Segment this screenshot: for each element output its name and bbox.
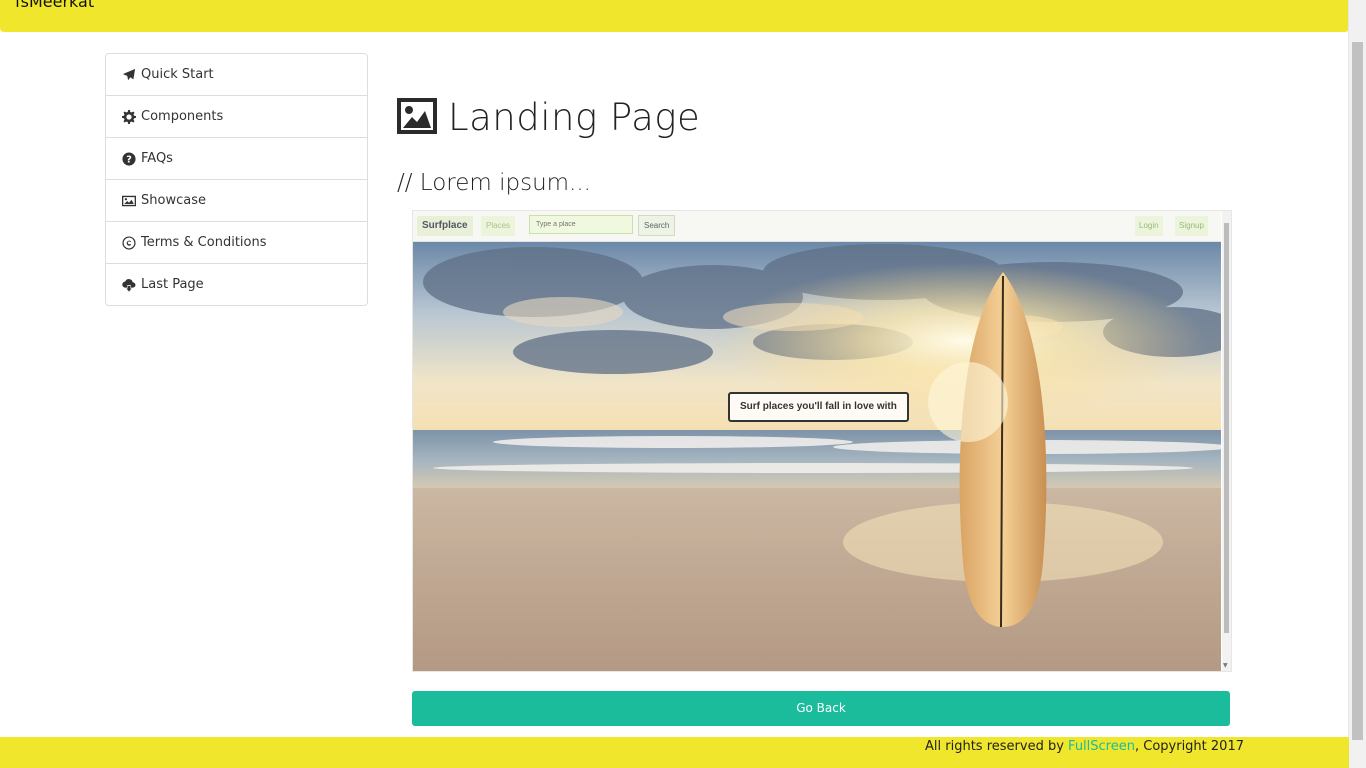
preview-search-button[interactable]: Search: [638, 215, 676, 236]
preview-hero-caption: Surf places you'll fall in love with: [728, 392, 909, 422]
beach-sunset-image: [413, 242, 1221, 671]
brand-logo[interactable]: fsMeerkat: [15, 0, 94, 11]
page-scrollbar[interactable]: [1348, 0, 1366, 768]
footer-copyright: All rights reserved by FullScreen, Copyr…: [925, 739, 1244, 754]
preview-signup-link[interactable]: Signup: [1175, 216, 1208, 236]
preview-brand[interactable]: Surfplace: [417, 216, 473, 236]
sidebar-item-label: FAQs: [141, 151, 173, 166]
landing-page-preview[interactable]: Surfplace Places Search Login Signup: [412, 210, 1232, 672]
footer-prefix: All rights reserved by: [925, 739, 1069, 754]
preview-hero-image: Surf places you'll fall in love with: [413, 242, 1221, 671]
sidebar-item-terms[interactable]: Terms & Conditions: [106, 222, 367, 264]
sidebar-item-label: Showcase: [141, 193, 206, 208]
image-icon: [121, 194, 137, 208]
cloud-download-icon: [121, 278, 137, 292]
top-navbar: fsMeerkat: [0, 0, 1349, 32]
image-icon: [397, 97, 437, 138]
preview-search-input[interactable]: [529, 215, 633, 234]
preview-nav-places[interactable]: Places: [481, 216, 516, 236]
sidebar-item-label: Components: [141, 109, 224, 124]
paper-plane-icon: [121, 68, 137, 82]
sidebar-item-showcase[interactable]: Showcase: [106, 180, 367, 222]
sidebar-item-last-page[interactable]: Last Page: [106, 264, 367, 305]
sidebar-item-faqs[interactable]: ? FAQs: [106, 138, 367, 180]
gear-icon: [121, 109, 137, 124]
sidebar-item-label: Quick Start: [141, 67, 214, 82]
preview-navbar: Surfplace Places Search Login Signup: [413, 211, 1221, 242]
footer-fullscreen-link[interactable]: FullScreen: [1068, 739, 1135, 754]
page-title-text: Landing Page: [448, 96, 701, 139]
preview-scrollbar-thumb[interactable]: [1224, 223, 1229, 633]
preview-scrollbar[interactable]: ▼: [1222, 211, 1231, 671]
copyright-icon: [121, 235, 137, 250]
go-back-button[interactable]: Go Back: [412, 691, 1230, 726]
question-circle-icon: ?: [121, 151, 137, 166]
footer-suffix: , Copyright 2017: [1134, 739, 1244, 754]
preview-login-link[interactable]: Login: [1135, 216, 1163, 236]
svg-text:?: ?: [126, 154, 132, 165]
footer: All rights reserved by FullScreen, Copyr…: [0, 737, 1349, 768]
page-title: Landing Page: [397, 96, 700, 139]
sidebar-item-quick-start[interactable]: Quick Start: [106, 54, 367, 96]
sidebar-item-components[interactable]: Components: [106, 96, 367, 138]
section-subtitle: // Lorem ipsum...: [397, 170, 591, 196]
scroll-down-arrow-icon[interactable]: ▼: [1223, 662, 1228, 669]
sidebar-item-label: Last Page: [141, 277, 204, 292]
sidebar: Quick Start Components ? FAQs Showcase T…: [105, 53, 368, 306]
sidebar-item-label: Terms & Conditions: [141, 235, 267, 250]
scrollbar-thumb[interactable]: [1352, 42, 1363, 740]
